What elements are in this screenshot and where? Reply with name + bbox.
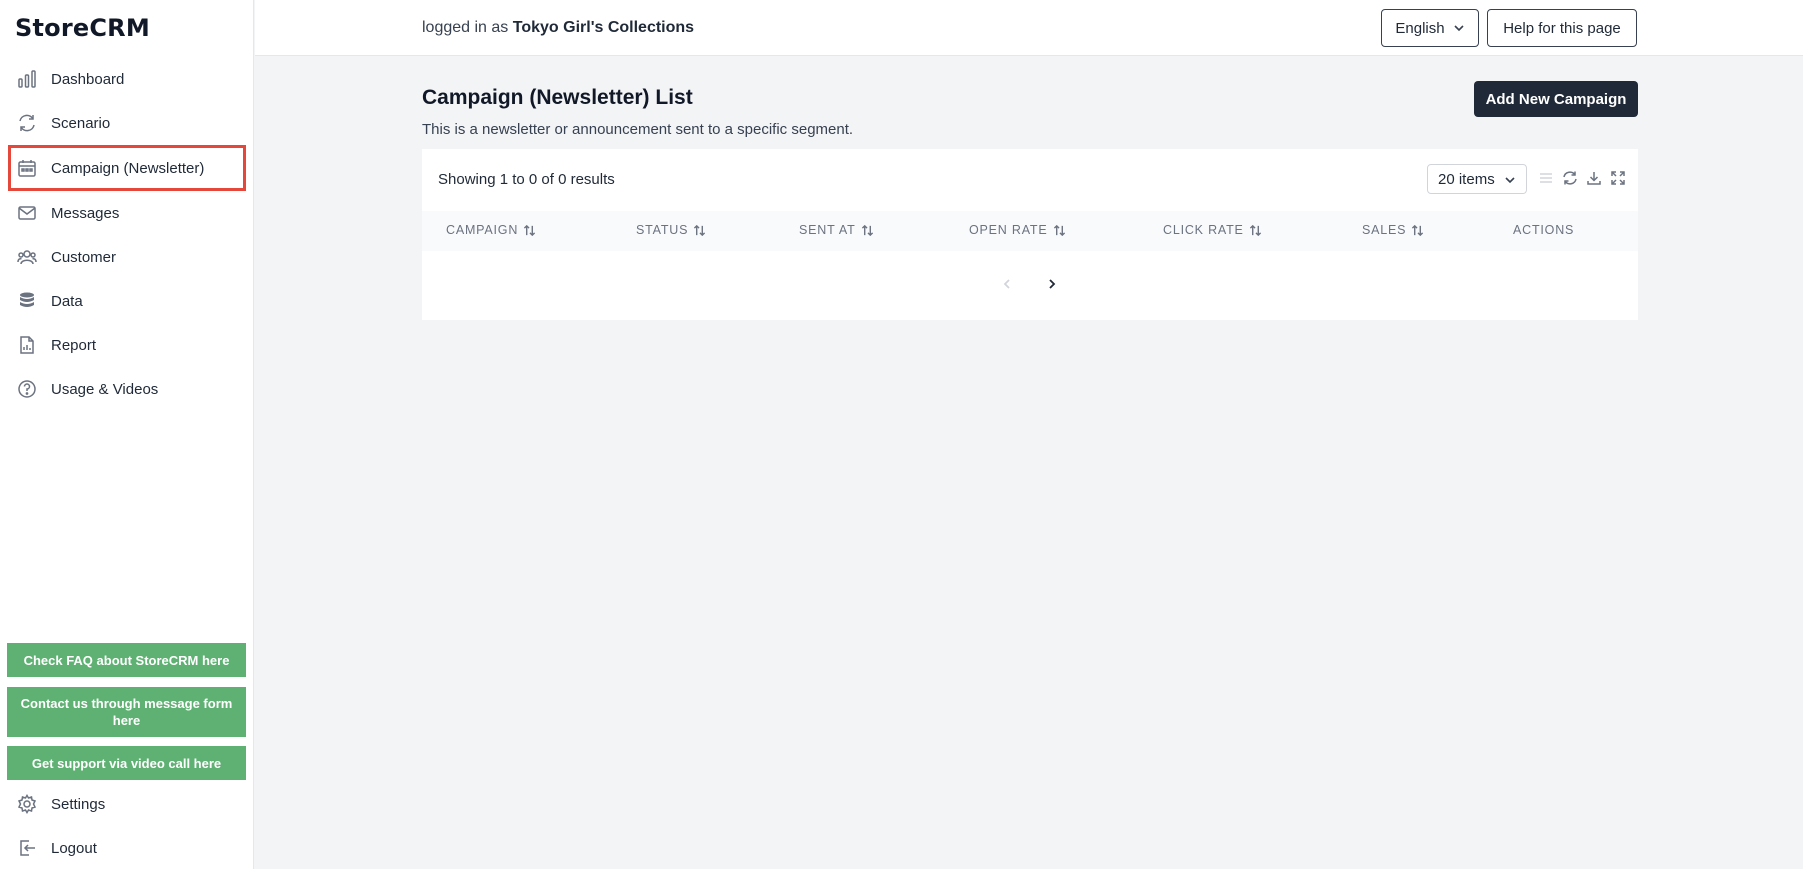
results-summary: Showing 1 to 0 of 0 results <box>438 171 615 188</box>
sidebar-nav: Dashboard Scenario Campaign (Newsletter)… <box>8 57 246 411</box>
sidebar-item-data[interactable]: Data <box>8 279 246 323</box>
column-header-label: SENT AT <box>799 223 856 237</box>
column-header-label: ACTIONS <box>1513 223 1575 237</box>
prev-page-button[interactable] <box>997 274 1017 294</box>
fullscreen-button[interactable] <box>1608 168 1628 188</box>
sidebar-item-label: Data <box>51 292 83 310</box>
column-header-status[interactable]: STATUS <box>636 223 706 237</box>
sidebar-item-label: Customer <box>51 248 117 266</box>
refresh-icon <box>16 112 38 134</box>
column-header-label: CAMPAIGN <box>446 223 519 237</box>
page-description: This is a newsletter or announcement sen… <box>422 121 854 138</box>
sidebar-item-label: Campaign (Newsletter) <box>51 159 205 177</box>
sidebar-item-report[interactable]: Report <box>8 323 246 367</box>
language-select[interactable]: English <box>1381 9 1479 47</box>
chevron-down-icon <box>1505 177 1515 184</box>
column-header-open-rate[interactable]: OPEN RATE <box>969 223 1066 237</box>
column-header-actions: ACTIONS <box>1513 223 1574 237</box>
column-header-click-rate[interactable]: CLICK RATE <box>1163 223 1262 237</box>
sidebar-item-label: Scenario <box>51 114 111 132</box>
column-settings-icon <box>1540 173 1552 183</box>
column-header-label: STATUS <box>636 223 689 237</box>
sort-icon <box>861 224 873 236</box>
campaign-table-card: Showing 1 to 0 of 0 results 20 items CAM… <box>422 149 1638 320</box>
settings-label: Settings <box>51 795 106 813</box>
sort-icon <box>1053 224 1065 236</box>
video-call-support-button[interactable]: Get support via video call here <box>7 746 246 780</box>
faq-button[interactable]: Check FAQ about StoreCRM here <box>7 643 246 677</box>
logout-label: Logout <box>51 839 97 857</box>
settings-link[interactable]: Settings <box>16 793 105 815</box>
contact-form-button[interactable]: Contact us through message form here <box>7 687 246 737</box>
document-chart-icon <box>16 334 38 356</box>
sidebar-item-label: Dashboard <box>51 70 125 88</box>
page-size-select[interactable]: 20 items <box>1427 164 1527 194</box>
page-title: Campaign (Newsletter) List <box>422 86 693 109</box>
next-page-button[interactable] <box>1042 274 1062 294</box>
app-logo[interactable]: StoreCRM <box>15 14 150 42</box>
table-header: CAMPAIGN STATUS SENT AT OPEN RATE CLICK … <box>422 211 1638 251</box>
column-settings-button[interactable] <box>1536 168 1556 188</box>
sort-icon <box>524 224 536 236</box>
mail-icon <box>16 202 38 224</box>
chevron-right-icon <box>1049 279 1056 289</box>
bar-chart-icon <box>16 68 38 90</box>
column-header-label: OPEN RATE <box>969 223 1048 237</box>
help-button[interactable]: Help for this page <box>1487 9 1637 47</box>
sort-icon <box>694 224 706 236</box>
store-name: Tokyo Girl's Collections <box>512 19 695 36</box>
calendar-icon <box>16 157 38 179</box>
gear-icon <box>16 793 38 815</box>
column-header-campaign[interactable]: CAMPAIGN <box>446 223 536 237</box>
logged-in-prefix: logged in as <box>422 19 509 36</box>
fullscreen-icon <box>1611 171 1625 185</box>
refresh-icon <box>1563 171 1577 185</box>
sort-icon <box>1412 224 1424 236</box>
logout-link[interactable]: Logout <box>16 837 97 859</box>
column-header-label: SALES <box>1362 223 1407 237</box>
refresh-button[interactable] <box>1560 168 1580 188</box>
users-icon <box>16 246 38 268</box>
sidebar: StoreCRM Dashboard Scenario Campaign (Ne… <box>0 0 254 869</box>
chevron-left-icon <box>1003 279 1010 289</box>
top-header: logged in as Tokyo Girl's Collections En… <box>255 0 1803 56</box>
logged-in-status: logged in as Tokyo Girl's Collections <box>422 19 694 37</box>
sort-icon <box>1249 224 1261 236</box>
database-icon <box>16 290 38 312</box>
sidebar-item-usage-videos[interactable]: Usage & Videos <box>8 367 246 411</box>
page-size-label: 20 items <box>1438 170 1495 188</box>
sidebar-item-label: Report <box>51 336 97 354</box>
download-icon <box>1587 172 1601 185</box>
sidebar-item-campaign[interactable]: Campaign (Newsletter) <box>8 145 246 191</box>
add-new-campaign-button[interactable]: Add New Campaign <box>1474 81 1638 117</box>
sidebar-item-dashboard[interactable]: Dashboard <box>8 57 246 101</box>
question-circle-icon <box>16 378 38 400</box>
logout-icon <box>16 837 38 859</box>
sidebar-item-messages[interactable]: Messages <box>8 191 246 235</box>
sidebar-item-scenario[interactable]: Scenario <box>8 101 246 145</box>
sidebar-item-label: Usage & Videos <box>51 380 159 398</box>
language-label: English <box>1395 19 1445 37</box>
column-header-label: CLICK RATE <box>1163 223 1244 237</box>
sidebar-item-customer[interactable]: Customer <box>8 235 246 279</box>
sidebar-item-label: Messages <box>51 204 120 222</box>
download-button[interactable] <box>1584 168 1604 188</box>
chevron-down-icon <box>1454 25 1464 32</box>
column-header-sent-at[interactable]: SENT AT <box>799 223 874 237</box>
column-header-sales[interactable]: SALES <box>1362 223 1424 237</box>
